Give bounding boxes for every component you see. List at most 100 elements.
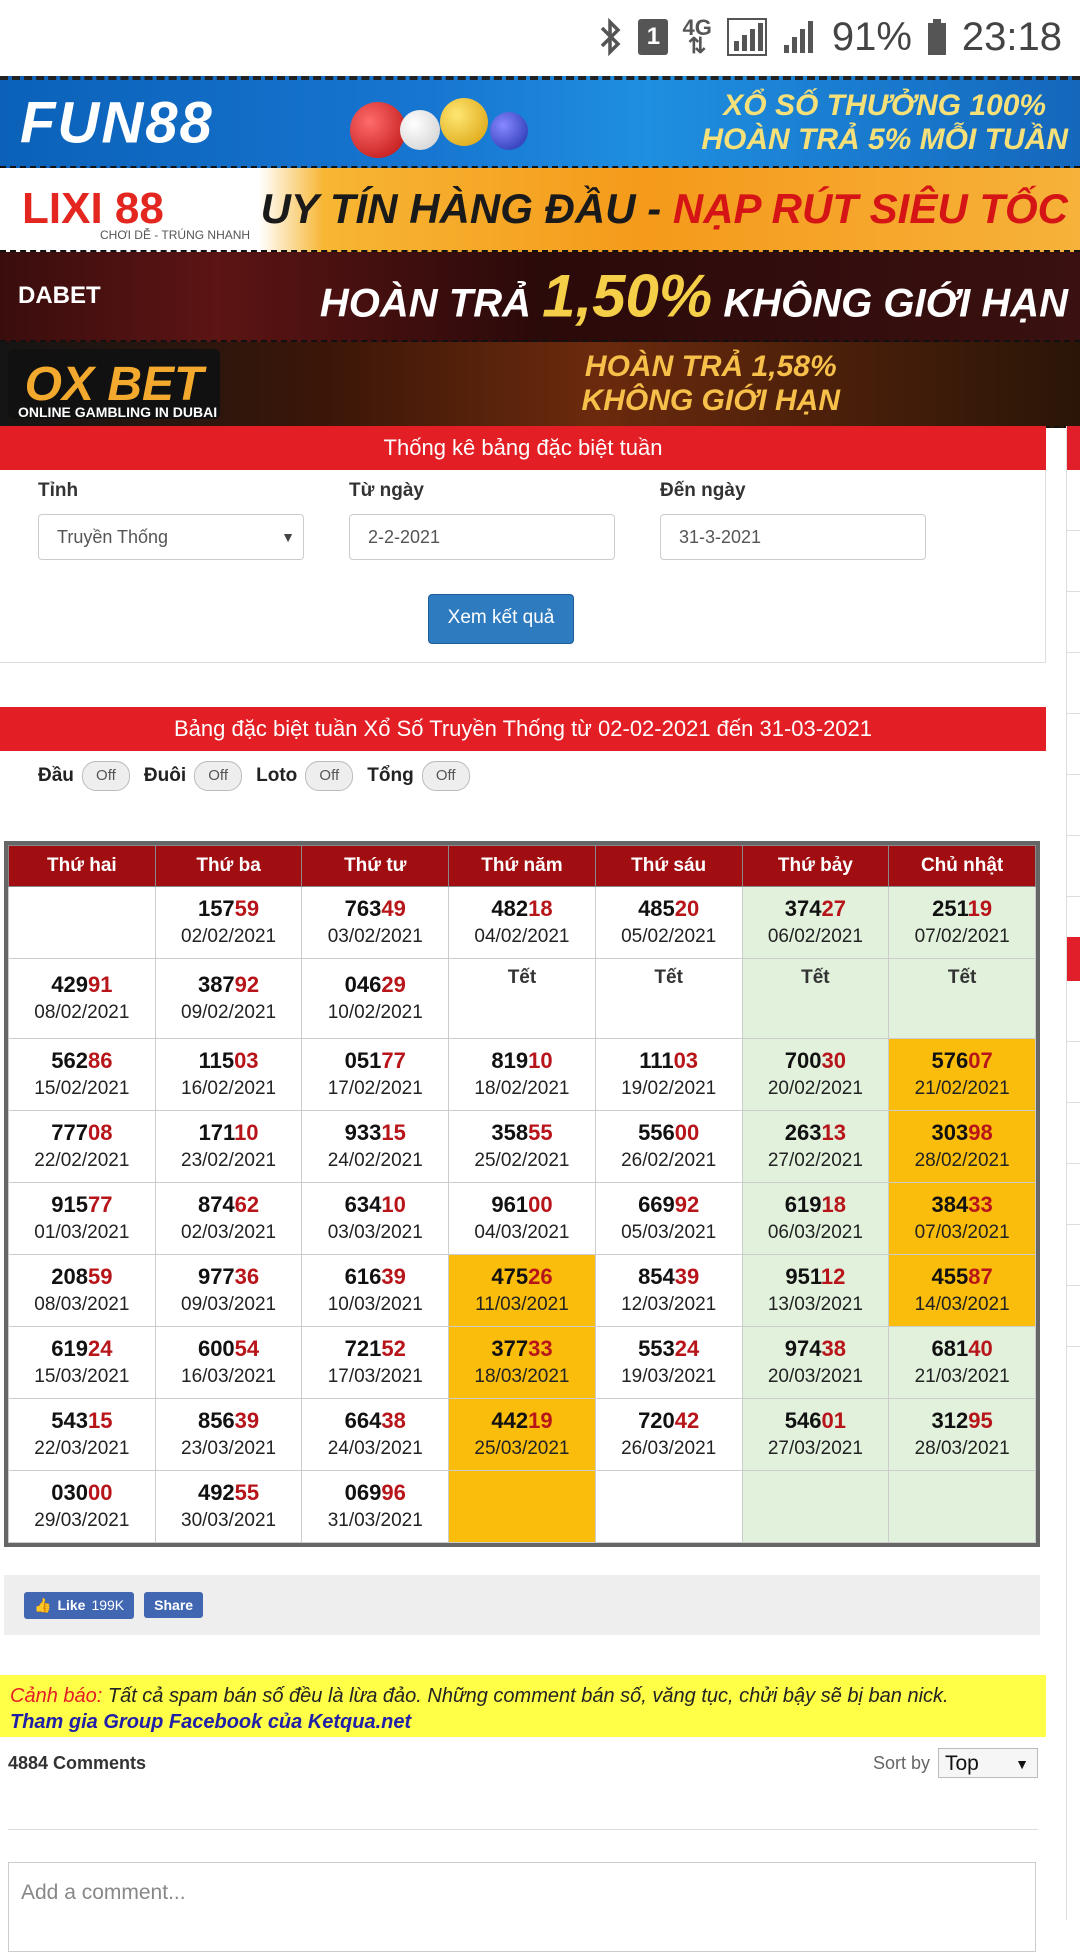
special-number: 97438 — [784, 1335, 846, 1361]
result-cell: Tết — [741, 958, 890, 1039]
fun88-banner[interactable]: FUN88 XỔ SỐ THƯỞNG 100% HOÀN TRẢ 5% MỖI … — [0, 76, 1080, 168]
result-date: 08/02/2021 — [34, 1001, 130, 1023]
result-date: 04/03/2021 — [474, 1221, 570, 1243]
result-cell: 20859 08/03/2021 — [8, 1254, 156, 1327]
special-number: 44219 — [491, 1407, 553, 1433]
battery-icon — [926, 17, 948, 57]
special-number: 81910 — [491, 1047, 553, 1073]
lixi88-banner[interactable]: LIXI 88 CHƠI DỄ - TRÚNG NHANH UY TÍN HÀN… — [0, 168, 1080, 252]
result-date: 16/03/2021 — [181, 1365, 277, 1387]
column-header: Thứ ba — [154, 845, 303, 887]
result-date: 06/02/2021 — [767, 925, 863, 947]
result-cell: 38433 07/03/2021 — [888, 1182, 1036, 1255]
special-number: 66438 — [344, 1407, 406, 1433]
toggle-duoi[interactable]: Off — [194, 761, 243, 791]
toggle-tong[interactable]: Off — [421, 761, 470, 791]
result-cell: 97736 09/03/2021 — [154, 1254, 303, 1327]
result-date: 20/02/2021 — [767, 1077, 863, 1099]
main-content: Thống kê bảng đặc biệt tuần Tỉnh Truyền … — [0, 426, 1046, 1952]
toggle-label-tong: Tổng — [367, 765, 414, 786]
facebook-group-link[interactable]: Tham gia Group Facebook của Ketqua.net — [10, 1711, 411, 1733]
result-date: 18/03/2021 — [474, 1365, 570, 1387]
table-row: 61924 15/03/2021 60054 16/03/2021 72152 17/03… — [8, 1326, 1036, 1399]
facebook-like-button[interactable]: 👍 Like 199K — [24, 1591, 135, 1619]
signal-icon-1 — [726, 17, 768, 57]
result-date: 27/03/2021 — [767, 1437, 863, 1459]
result-cell: Tết — [594, 958, 743, 1039]
result-cell — [448, 1470, 596, 1543]
result-cell: 87462 02/03/2021 — [154, 1182, 303, 1255]
toggle-loto[interactable]: Off — [305, 761, 354, 791]
result-cell: Tết — [888, 958, 1036, 1039]
view-results-button[interactable]: Xem kết quả — [428, 594, 574, 644]
special-number: 11503 — [198, 1047, 259, 1073]
table-row: 03000 29/03/2021 49255 30/03/2021 06996 31/03… — [8, 1470, 1036, 1543]
result-cell: 85639 23/03/2021 — [154, 1398, 303, 1471]
facebook-share-button[interactable]: Share — [144, 1592, 204, 1618]
result-date: 07/02/2021 — [914, 925, 1010, 947]
comments-header: 4884 Comments Sort by Top ▼ — [0, 1737, 1046, 1789]
comment-input[interactable]: Add a comment... — [8, 1862, 1036, 1952]
comment-count: 4884 Comments — [8, 1752, 147, 1773]
special-number: 77708 — [51, 1119, 113, 1145]
province-select[interactable]: Truyền Thống ▼ — [38, 514, 304, 560]
to-date-input[interactable]: 31-3-2021 — [660, 514, 926, 560]
special-number: 61918 — [784, 1191, 846, 1217]
result-date: 24/03/2021 — [327, 1437, 423, 1459]
table-header-row: Thứ hai Thứ ba Thứ tư Thứ năm Thứ sáu Thứ bảy… — [8, 845, 1036, 887]
result-cell: 47526 11/03/2021 — [448, 1254, 596, 1327]
result-date: 20/03/2021 — [767, 1365, 863, 1387]
stats-form-title: Thống kê bảng đặc biệt tuần — [0, 426, 1046, 470]
result-cell: 91577 01/03/2021 — [8, 1182, 156, 1255]
result-date: 28/02/2021 — [914, 1149, 1010, 1171]
special-number: 37427 — [784, 895, 846, 921]
result-cell: 26313 27/02/2021 — [741, 1110, 890, 1183]
result-date: 15/03/2021 — [34, 1365, 130, 1387]
column-header: Thứ năm — [448, 845, 596, 887]
result-date: 25/02/2021 — [474, 1149, 570, 1171]
result-date: 05/03/2021 — [621, 1221, 717, 1243]
special-number: 45587 — [931, 1263, 993, 1289]
result-date: 29/03/2021 — [34, 1509, 130, 1531]
from-date-input[interactable]: 2-2-2021 — [349, 514, 615, 560]
special-number: 54601 — [784, 1407, 846, 1433]
result-cell — [8, 886, 156, 959]
special-number: 57607 — [931, 1047, 993, 1073]
special-number: 48520 — [638, 895, 700, 921]
results-title: Bảng đặc biệt tuần Xổ Số Truyền Thống từ… — [0, 707, 1046, 751]
bluetooth-icon — [598, 17, 624, 57]
column-header: Thứ tư — [301, 845, 450, 887]
toggle-dau[interactable]: Off — [81, 761, 130, 791]
result-cell: 81910 18/02/2021 — [448, 1038, 596, 1111]
dabet-banner[interactable]: DABET HOÀN TRẢ 1,50% KHÔNG GIỚI HẠN — [0, 252, 1080, 342]
table-row: 20859 08/03/2021 97736 09/03/2021 61639 10/03… — [8, 1254, 1036, 1327]
status-bar: 1 4G ⇅ 91% 23:18 — [0, 0, 1080, 74]
oxbet-banner[interactable]: OX BET ONLINE GAMBLING IN DUBAI HOÀN TRẢ… — [0, 342, 1080, 428]
special-number: 35855 — [491, 1119, 553, 1145]
result-date: 05/02/2021 — [621, 925, 717, 947]
special-number: 93315 — [344, 1119, 406, 1145]
special-number: 31295 — [931, 1407, 993, 1433]
special-number: 30398 — [931, 1119, 993, 1145]
result-cell: 60054 16/03/2021 — [154, 1326, 303, 1399]
chevron-down-icon: ▼ — [1015, 1756, 1029, 1772]
result-cell: 68140 21/03/2021 — [888, 1326, 1036, 1399]
battery-percent: 91% — [831, 14, 912, 59]
result-date: 09/03/2021 — [181, 1293, 277, 1315]
chevron-down-icon: ▼ — [281, 529, 295, 545]
special-number: 15759 — [197, 895, 260, 921]
result-cell: 11503 16/02/2021 — [154, 1038, 303, 1111]
sort-select[interactable]: Top ▼ — [938, 1748, 1038, 1778]
result-cell: 45587 14/03/2021 — [888, 1254, 1036, 1327]
special-number: 11103 — [639, 1047, 699, 1073]
result-date: 09/02/2021 — [181, 1001, 277, 1023]
result-date: 02/03/2021 — [181, 1221, 277, 1243]
result-cell: 17110 23/02/2021 — [154, 1110, 303, 1183]
result-cell: 61639 10/03/2021 — [301, 1254, 450, 1327]
result-date: 31/03/2021 — [327, 1509, 423, 1531]
result-date: 11/03/2021 — [475, 1293, 569, 1315]
result-cell: 30398 28/02/2021 — [888, 1110, 1036, 1183]
special-number: 72152 — [344, 1335, 406, 1361]
special-number: 17110 — [198, 1119, 259, 1145]
result-date: 07/03/2021 — [914, 1221, 1010, 1243]
